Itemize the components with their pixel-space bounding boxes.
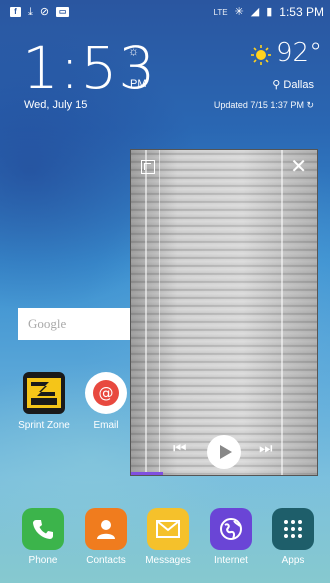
svg-text:@: @	[99, 384, 114, 402]
voicemail-icon: ▭	[56, 7, 70, 17]
dock-app-messages[interactable]: Messages	[138, 508, 198, 566]
weather-city-label: Dallas	[283, 79, 314, 91]
network-type: LTE	[213, 7, 228, 17]
dock-label: Internet	[214, 555, 248, 566]
download-icon: ⤓	[28, 5, 33, 18]
battery-icon: ▮	[266, 5, 273, 18]
status-right-icons: LTE ✳ ◢ ▮ 1:53 PM	[213, 5, 324, 19]
sprint-zone-icon	[23, 372, 65, 414]
check-icon: ⊘	[39, 5, 50, 18]
previous-icon[interactable]: ⏮	[173, 440, 187, 457]
status-left-icons: f ⤓ ⊘ ▭	[10, 5, 70, 18]
dock-app-apps[interactable]: Apps	[263, 508, 323, 566]
sun-icon	[251, 45, 271, 65]
blind-cord	[145, 150, 147, 475]
weather-temperature: 92°	[276, 38, 323, 68]
clock-ampm: PM	[130, 78, 147, 90]
dock-app-contacts[interactable]: Contacts	[76, 508, 136, 566]
dock-label: Phone	[28, 555, 58, 566]
blind-cord	[159, 150, 160, 475]
video-popup-player[interactable]: ✕ ⏮ ⏭	[130, 149, 318, 476]
status-time: 1:53 PM	[279, 5, 324, 19]
facebook-icon: f	[10, 7, 21, 17]
app-sprint-zone[interactable]: Sprint Zone	[9, 372, 79, 431]
alarm-icon: ☼	[128, 44, 139, 58]
play-icon[interactable]	[207, 435, 241, 469]
contacts-icon	[85, 508, 127, 550]
location-pin-icon: ⚲	[272, 79, 281, 91]
phone-icon	[22, 508, 64, 550]
dock-label: Contacts	[86, 555, 126, 566]
google-search-placeholder: Google	[28, 316, 67, 331]
close-icon[interactable]: ✕	[290, 156, 307, 176]
blind-cord	[281, 150, 283, 475]
weather-updated: Updated 7/15 1:37 PM ↻	[214, 100, 314, 111]
video-progress-bar[interactable]	[131, 472, 163, 475]
app-label: Sprint Zone	[18, 420, 70, 431]
signal-icon: ◢	[250, 5, 260, 18]
clock-date: Wed, July 15	[24, 99, 88, 111]
weather-city: ⚲ Dallas	[272, 78, 314, 91]
refresh-icon[interactable]: ↻	[306, 100, 314, 110]
apps-grid-icon	[272, 508, 314, 550]
email-icon: @	[85, 372, 127, 414]
bluetooth-icon: ✳	[234, 5, 244, 18]
internet-icon	[210, 508, 252, 550]
dock-label: Messages	[145, 555, 191, 566]
dock-label: Apps	[281, 555, 305, 566]
google-search-bar[interactable]: Google	[18, 308, 138, 340]
dock-app-phone[interactable]: Phone	[13, 508, 73, 566]
weather-updated-label: Updated 7/15 1:37 PM	[213, 100, 304, 110]
messages-icon	[147, 508, 189, 550]
dock-app-internet[interactable]: Internet	[201, 508, 261, 566]
status-bar: f ⤓ ⊘ ▭ LTE ✳ ◢ ▮ 1:53 PM	[0, 0, 330, 24]
next-icon[interactable]: ⏭	[259, 440, 273, 457]
clock-time-container: 1:53 ☼ PM	[22, 38, 156, 98]
expand-icon[interactable]	[141, 160, 155, 174]
